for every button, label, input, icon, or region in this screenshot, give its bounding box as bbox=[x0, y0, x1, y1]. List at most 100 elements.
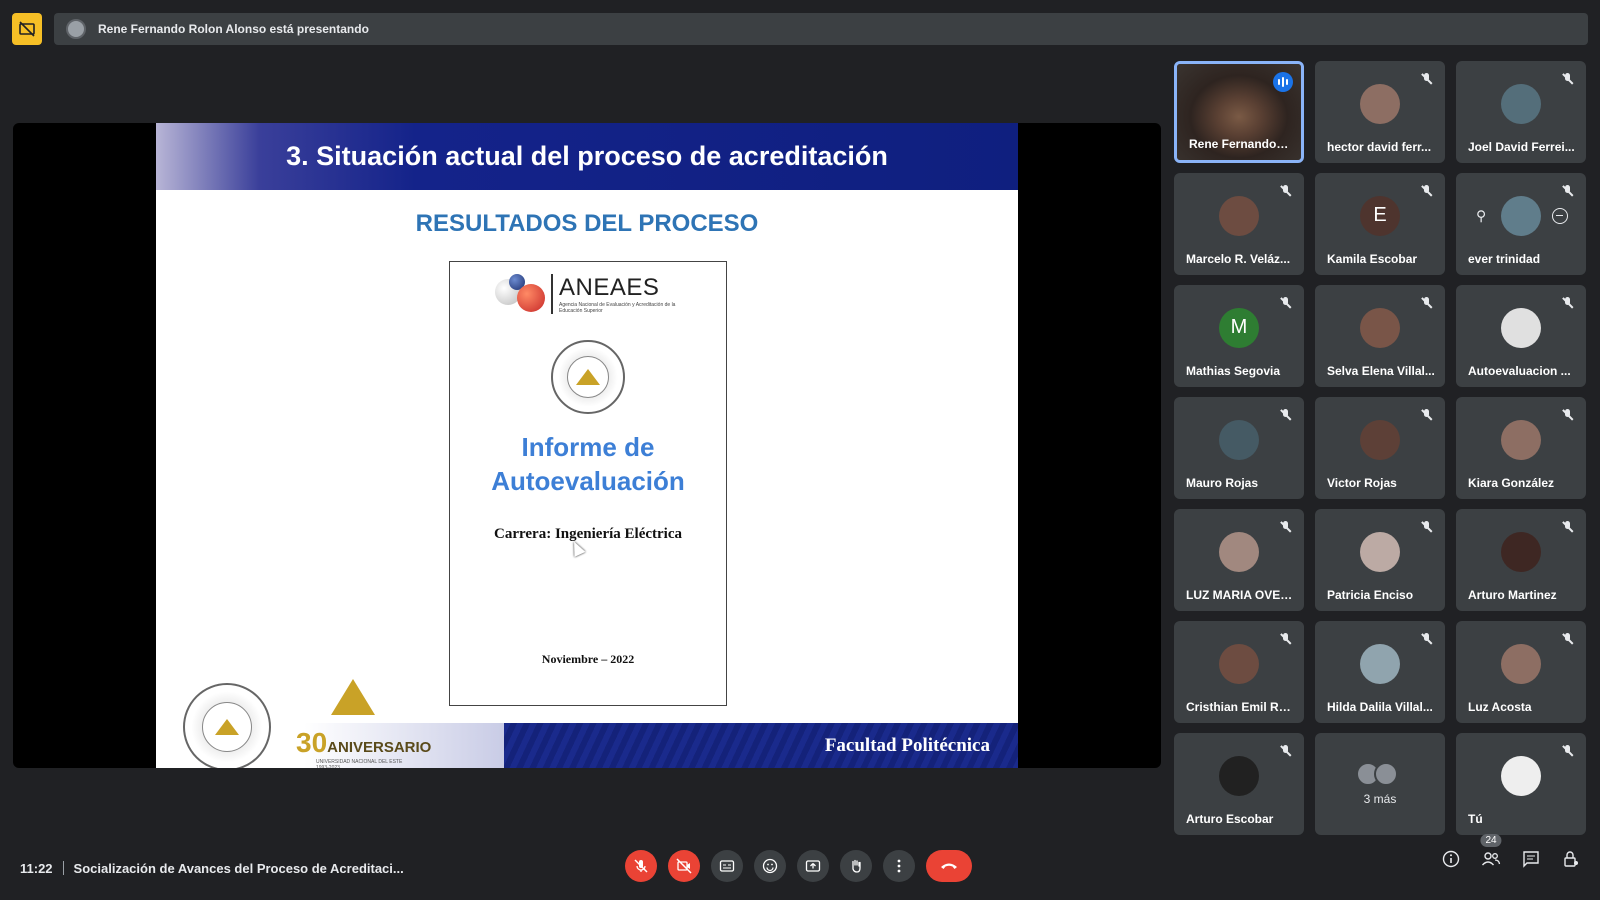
avatar bbox=[1219, 643, 1259, 684]
participant-tile[interactable]: Selva Elena Villal... bbox=[1315, 285, 1445, 387]
mic-off-icon bbox=[634, 859, 648, 873]
presenting-banner: Rene Fernando Rolon Alonso está presenta… bbox=[54, 13, 1588, 45]
avatar bbox=[1219, 531, 1259, 572]
more-options-button[interactable] bbox=[883, 850, 915, 882]
participant-name: Tú bbox=[1468, 812, 1483, 826]
participant-name: Arturo Escobar bbox=[1186, 812, 1274, 826]
captions-icon bbox=[719, 860, 735, 872]
avatar bbox=[1360, 643, 1400, 684]
anniversary-sub: UNIVERSIDAD NACIONAL DEL ESTE 1993-2023 bbox=[316, 759, 403, 768]
university-seal bbox=[551, 340, 625, 414]
hand-icon bbox=[852, 859, 861, 873]
present-screen-icon bbox=[805, 860, 821, 872]
speaking-indicator-icon bbox=[1273, 72, 1293, 92]
participant-tile[interactable]: LUZ MARIA OVEL... bbox=[1174, 509, 1304, 611]
separator bbox=[62, 861, 64, 875]
host-controls-button[interactable] bbox=[1560, 848, 1582, 870]
remove-icon[interactable] bbox=[1552, 207, 1568, 224]
meeting-details-button[interactable] bbox=[1440, 848, 1462, 870]
info-icon bbox=[1442, 850, 1460, 868]
faculty-seal bbox=[183, 683, 271, 768]
avatar bbox=[1501, 531, 1541, 572]
participant-tile[interactable]: Tú bbox=[1456, 733, 1586, 835]
participant-tile[interactable]: Mauro Rojas bbox=[1174, 397, 1304, 499]
bottom-bar: 11:22 Socialización de Avances del Proce… bbox=[0, 834, 1600, 896]
slide-header: 3. Situación actual del proceso de acred… bbox=[156, 123, 1018, 190]
mic-muted-icon bbox=[1562, 633, 1574, 645]
captions-button[interactable] bbox=[711, 850, 743, 882]
aneaes-name: ANEAES bbox=[559, 274, 660, 301]
participant-tile[interactable]: Autoevaluacion ... bbox=[1456, 285, 1586, 387]
avatar bbox=[1360, 83, 1400, 124]
report-title-line1: Informe de bbox=[521, 432, 655, 462]
participant-tile[interactable]: hector david ferr... bbox=[1315, 61, 1445, 163]
participant-tile[interactable]: Luz Acosta bbox=[1456, 621, 1586, 723]
participant-tile[interactable]: Kiara González bbox=[1456, 397, 1586, 499]
participant-tile[interactable]: Patricia Enciso bbox=[1315, 509, 1445, 611]
anniversary-logo: 30ANIVERSARIO UNIVERSIDAD NACIONAL DEL E… bbox=[296, 679, 431, 768]
participant-tile[interactable]: Rene Fernando R... bbox=[1174, 61, 1304, 163]
participant-name: hector david ferr... bbox=[1327, 140, 1432, 154]
participant-name: Kiara González bbox=[1468, 476, 1555, 490]
mic-muted-icon bbox=[1421, 633, 1433, 645]
mic-muted-icon bbox=[1280, 745, 1292, 757]
mic-muted-icon bbox=[1562, 185, 1574, 197]
participant-tile[interactable]: Arturo Escobar bbox=[1174, 733, 1304, 835]
presenter-avatar bbox=[66, 19, 86, 39]
participant-tile[interactable]: Cristhian Emil Ra... bbox=[1174, 621, 1304, 723]
raise-hand-button[interactable] bbox=[840, 850, 872, 882]
mic-off-button[interactable] bbox=[625, 850, 657, 882]
mic-muted-icon bbox=[1421, 409, 1433, 421]
report-title-line2: Autoevaluación bbox=[491, 466, 685, 496]
avatar bbox=[1360, 419, 1400, 460]
participant-tile[interactable]: Marcelo R. Veláz... bbox=[1174, 173, 1304, 275]
mic-muted-icon bbox=[1280, 185, 1292, 197]
slide-subtitle: RESULTADOS DEL PROCESO bbox=[415, 210, 759, 237]
mic-muted-icon bbox=[1280, 633, 1292, 645]
aneaes-full-name: Agencia Nacional de Evaluación y Acredit… bbox=[559, 302, 676, 314]
participant-name: Cristhian Emil Ra... bbox=[1186, 700, 1294, 714]
avatar bbox=[1501, 419, 1541, 460]
mic-muted-icon bbox=[1562, 409, 1574, 421]
camera-off-button[interactable] bbox=[668, 850, 700, 882]
more-participants-label: 3 más bbox=[1363, 792, 1397, 806]
participant-tile[interactable]: ⚲ ever trinidad bbox=[1456, 173, 1586, 275]
presentation-stage[interactable]: 3. Situación actual del proceso de acred… bbox=[13, 123, 1161, 768]
report-cover: ANEAES Agencia Nacional de Evaluación y … bbox=[449, 261, 727, 706]
participant-tile[interactable]: Arturo Martinez bbox=[1456, 509, 1586, 611]
call-controls bbox=[625, 850, 972, 882]
participant-tile[interactable]: E Kamila Escobar bbox=[1315, 173, 1445, 275]
report-date: Noviembre – 2022 bbox=[541, 652, 635, 666]
meeting-time: 11:22 bbox=[20, 860, 53, 876]
meeting-info: 11:22 Socialización de Avances del Proce… bbox=[20, 840, 404, 896]
chat-button[interactable] bbox=[1520, 848, 1542, 870]
participant-tile[interactable]: Hilda Dalila Villal... bbox=[1315, 621, 1445, 723]
participant-tile[interactable]: M Mathias Segovia bbox=[1174, 285, 1304, 387]
side-panel-controls: 24 bbox=[1440, 834, 1582, 870]
camera-off-icon bbox=[676, 858, 692, 874]
anniversary-label: ANIVERSARIO bbox=[327, 739, 432, 756]
participant-name: Patricia Enciso bbox=[1327, 588, 1414, 602]
participant-tile[interactable]: Joel David Ferrei... bbox=[1456, 61, 1586, 163]
present-button[interactable] bbox=[797, 850, 829, 882]
top-bar: Rene Fernando Rolon Alonso está presenta… bbox=[12, 13, 1588, 45]
participant-tile[interactable]: Victor Rojas bbox=[1315, 397, 1445, 499]
pin-icon[interactable]: ⚲ bbox=[1476, 207, 1486, 224]
avatar bbox=[1501, 643, 1541, 684]
footer-text: Facultad Politécnica bbox=[824, 734, 990, 756]
meeting-title[interactable]: Socialización de Avances del Proceso de … bbox=[74, 861, 404, 876]
more-avatars bbox=[1356, 762, 1398, 786]
participant-name: Victor Rojas bbox=[1327, 476, 1397, 490]
presentation-off-icon[interactable] bbox=[12, 13, 42, 45]
footer-band: Facultad Politécnica bbox=[304, 723, 1018, 768]
mic-muted-icon bbox=[1280, 521, 1292, 533]
slide: 3. Situación actual del proceso de acred… bbox=[156, 123, 1018, 768]
people-button[interactable]: 24 bbox=[1480, 834, 1502, 870]
avatar bbox=[1219, 195, 1259, 236]
reactions-button[interactable] bbox=[754, 850, 786, 882]
more-participants-tile[interactable]: 3 más bbox=[1315, 733, 1445, 835]
participant-name: Luz Acosta bbox=[1468, 700, 1532, 714]
chat-icon bbox=[1523, 851, 1539, 868]
leave-call-button[interactable] bbox=[926, 850, 972, 882]
participant-name: Selva Elena Villal... bbox=[1327, 364, 1435, 378]
